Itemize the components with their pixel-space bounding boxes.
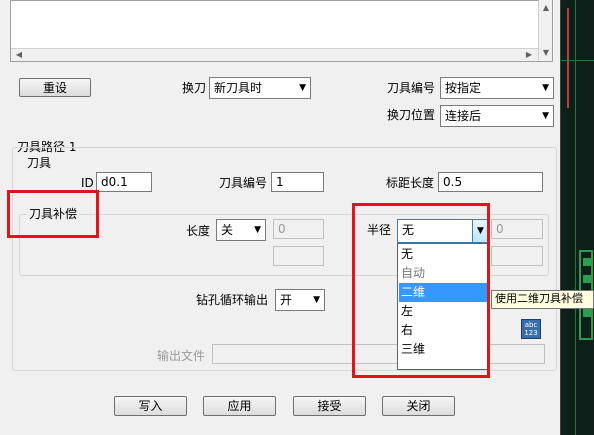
trace <box>575 0 576 435</box>
radius-comp-field-2 <box>491 246 543 266</box>
length-comp-field: 0 <box>273 219 324 239</box>
tool-number-mode-value: 按指定 <box>445 81 482 95</box>
horizontal-scrollbar[interactable]: ◀ ▶ <box>11 48 538 61</box>
toolchange-value: 新刀具时 <box>214 81 263 95</box>
accept-button[interactable]: 接受 <box>293 396 366 416</box>
trace <box>561 60 594 61</box>
scroll-left-icon[interactable]: ◀ <box>13 49 25 61</box>
tool-id-field[interactable]: d0.1 <box>96 172 152 192</box>
chevron-down-icon: ▼ <box>542 111 549 121</box>
length-comp-value: 关 <box>221 223 234 237</box>
vertical-scrollbar[interactable]: ▲ ▼ <box>538 0 552 61</box>
tool-number-mode-select[interactable]: 按指定 ▼ <box>440 77 554 99</box>
toolchange-label: 换刀 <box>182 81 207 95</box>
chevron-down-icon: ▼ <box>542 83 549 93</box>
pad <box>583 258 591 266</box>
length-comp-select[interactable]: 关 ▼ <box>216 219 266 241</box>
cad-background <box>560 0 594 435</box>
scroll-down-icon[interactable]: ▼ <box>539 47 553 59</box>
tool-id-label: ID <box>81 176 94 190</box>
length-comp-field-2 <box>273 246 324 266</box>
calculator-icon[interactable]: abc 123 <box>521 319 541 339</box>
pad <box>583 309 591 317</box>
scroll-up-icon[interactable]: ▲ <box>539 2 553 14</box>
toolchange-select[interactable]: 新刀具时 ▼ <box>209 77 311 99</box>
drill-cycle-value: 开 <box>280 293 293 307</box>
chevron-down-icon: ▼ <box>254 225 261 235</box>
write-button[interactable]: 写入 <box>114 396 187 416</box>
drill-cycle-label: 钻孔循环输出 <box>196 293 269 307</box>
output-file-label: 输出文件 <box>157 349 206 363</box>
reset-button[interactable]: 重设 <box>19 78 91 97</box>
highlight-box <box>7 190 99 238</box>
highlight-box <box>352 203 490 378</box>
tool-number-label: 刀具编号 <box>219 176 268 190</box>
length-comp-label: 长度 <box>186 224 211 238</box>
trace <box>567 8 569 108</box>
gauge-length-label: 标距长度 <box>386 176 435 190</box>
gauge-length-field[interactable]: 0.5 <box>438 172 543 192</box>
tool-number-field[interactable]: 1 <box>271 172 324 192</box>
change-position-label: 换刀位置 <box>387 108 436 122</box>
chevron-down-icon: ▼ <box>313 295 320 305</box>
change-position-select[interactable]: 连接后 ▼ <box>440 105 554 127</box>
apply-button[interactable]: 应用 <box>203 396 276 416</box>
drill-cycle-select[interactable]: 开 ▼ <box>275 289 325 311</box>
pad <box>583 275 591 283</box>
change-position-value: 连接后 <box>445 109 482 123</box>
chevron-down-icon: ▼ <box>299 83 306 93</box>
close-button[interactable]: 关闭 <box>382 396 455 416</box>
radius-comp-field: 0 <box>491 219 543 239</box>
scroll-right-icon[interactable]: ▶ <box>523 49 535 61</box>
tool-group-label: 刀具 <box>27 156 52 170</box>
tool-number-mode-label: 刀具编号 <box>387 81 436 95</box>
option-tooltip: 使用二维刀具补偿 <box>491 290 594 309</box>
